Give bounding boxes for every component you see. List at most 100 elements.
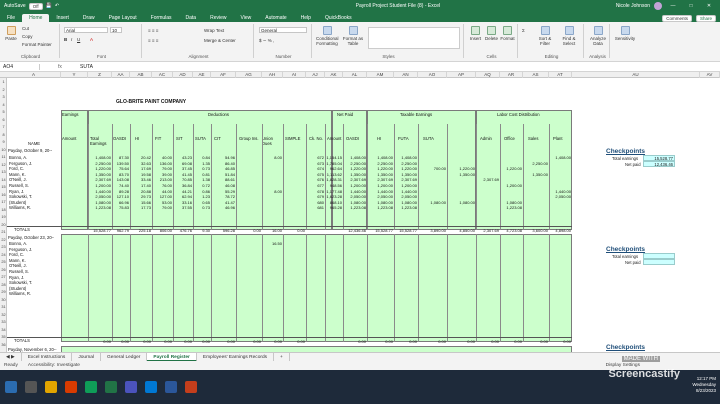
table-cell[interactable]: 74.40 bbox=[112, 183, 129, 188]
excel-icon[interactable] bbox=[105, 381, 117, 393]
totals-cell[interactable]: 0.00 bbox=[236, 228, 261, 233]
row-header-27[interactable]: 27 bbox=[0, 275, 7, 279]
tab-insert[interactable]: Insert bbox=[49, 14, 76, 22]
comments-button[interactable]: Comments bbox=[662, 15, 692, 22]
col-header-al[interactable]: AL bbox=[343, 72, 367, 78]
employee-name[interactable]: Russell, S. bbox=[9, 183, 29, 188]
table-cell[interactable]: 1,440.00 bbox=[549, 189, 571, 194]
outlook-icon[interactable] bbox=[145, 381, 157, 393]
table-cell[interactable]: 1,223.08 bbox=[500, 205, 522, 210]
row-header-17[interactable]: 17 bbox=[0, 200, 7, 204]
table-cell[interactable]: 29.73 bbox=[130, 194, 151, 199]
row-header-6[interactable]: 6 bbox=[0, 118, 7, 122]
table-cell[interactable]: 1,408.00 bbox=[88, 155, 111, 160]
start-icon[interactable] bbox=[5, 381, 17, 393]
table-cell[interactable]: 62.94 bbox=[173, 194, 192, 199]
totals-cell[interactable]: 596.28 bbox=[211, 228, 235, 233]
row-header-25[interactable]: 25 bbox=[0, 260, 7, 264]
maximize-icon[interactable]: □ bbox=[684, 3, 698, 9]
totals-cell[interactable]: 3,600.00 bbox=[523, 228, 548, 233]
col-header-ak[interactable]: AK bbox=[325, 72, 343, 78]
totals-cell[interactable]: 0.00 bbox=[549, 339, 571, 344]
table-cell[interactable]: 1,440.00 bbox=[343, 189, 366, 194]
table-cell[interactable]: 1,440.00 bbox=[367, 189, 393, 194]
table-cell[interactable]: 674 bbox=[306, 166, 324, 171]
employee-name[interactable]: Ferguson, J. bbox=[9, 247, 32, 252]
tab-quickbooks[interactable]: QuickBooks bbox=[318, 14, 359, 22]
tab-draw[interactable]: Draw bbox=[76, 14, 102, 22]
row-header-5[interactable]: 5 bbox=[0, 110, 7, 114]
table-cell[interactable]: 2,250.00 bbox=[367, 161, 393, 166]
table-cell[interactable]: 2,050.00 bbox=[549, 194, 571, 199]
delete-cells-button[interactable]: Delete bbox=[484, 26, 499, 41]
table-cell[interactable]: 0.65 bbox=[193, 200, 210, 205]
chrome-icon[interactable] bbox=[85, 381, 97, 393]
table-cell[interactable]: 1,223.08 bbox=[394, 205, 417, 210]
tab-view[interactable]: View bbox=[234, 14, 259, 22]
font-name-select[interactable]: Arial bbox=[64, 27, 108, 33]
row-header-32[interactable]: 32 bbox=[0, 313, 7, 317]
table-cell[interactable]: 88.61 bbox=[211, 177, 235, 182]
tab-help[interactable]: Help bbox=[294, 14, 318, 22]
table-cell[interactable]: 17.73 bbox=[130, 205, 151, 210]
user-name[interactable]: Nicole Johnson bbox=[616, 3, 650, 9]
totals-cell[interactable]: 0.00 bbox=[193, 339, 210, 344]
table-cell[interactable]: 1,223.08 bbox=[88, 205, 111, 210]
table-cell[interactable]: 127.10 bbox=[112, 194, 129, 199]
table-cell[interactable]: 700.00 bbox=[418, 166, 446, 171]
table-cell[interactable]: 1,220.00 bbox=[88, 166, 111, 171]
font-size-select[interactable]: 10 bbox=[110, 27, 122, 33]
col-header-ab[interactable]: AB bbox=[130, 72, 152, 78]
analyze-data-button[interactable]: Analyze Data bbox=[587, 26, 609, 46]
bold-button[interactable]: B bbox=[64, 37, 67, 42]
fx-icon[interactable]: fx bbox=[40, 64, 80, 70]
totals-cell[interactable]: 4,850.00 bbox=[447, 228, 475, 233]
align-left-icon[interactable]: ≡ ≡ ≡ bbox=[148, 38, 158, 43]
table-cell[interactable]: 1,080.00 bbox=[418, 200, 446, 205]
table-cell[interactable]: 75.83 bbox=[112, 205, 129, 210]
totals-cell[interactable]: 0.00 bbox=[523, 339, 548, 344]
totals-cell[interactable]: 0.00 bbox=[88, 339, 111, 344]
undo-icon[interactable]: ↶ bbox=[55, 3, 59, 9]
row-header-21[interactable]: 21 bbox=[0, 230, 7, 234]
tab-review[interactable]: Review bbox=[203, 14, 233, 22]
totals-cell[interactable]: 806.00 bbox=[152, 228, 172, 233]
totals-cell[interactable]: 2,307.69 bbox=[476, 228, 499, 233]
table-cell[interactable]: 2,307.69 bbox=[394, 177, 417, 182]
insert-cells-button[interactable]: Insert bbox=[468, 26, 483, 41]
totals-cell[interactable]: 4,898.00 bbox=[549, 228, 571, 233]
table-cell[interactable]: 1,080.00 bbox=[447, 200, 475, 205]
table-cell[interactable]: 0.73 bbox=[193, 166, 210, 171]
row-header-16[interactable]: 16 bbox=[0, 193, 7, 197]
table-cell[interactable]: 69.08 bbox=[173, 161, 192, 166]
row-header-28[interactable]: 28 bbox=[0, 283, 7, 287]
table-cell[interactable]: 53.00 bbox=[152, 200, 172, 205]
table-cell[interactable]: 1,440.00 bbox=[88, 189, 111, 194]
table-cell[interactable]: 0.73 bbox=[193, 205, 210, 210]
col-header-ag[interactable]: AG bbox=[236, 72, 262, 78]
autosum-icon[interactable]: Σ bbox=[522, 28, 525, 33]
worksheet-grid[interactable]: A Y Z AA AB AC AD AE AF AG AH AI AJ AK AL AM AN AO AP AQ AR A… bbox=[0, 72, 720, 352]
employee-name[interactable]: Sokowski, T. bbox=[9, 280, 32, 285]
table-cell[interactable]: 40.00 bbox=[152, 155, 172, 160]
table-cell[interactable]: 676 bbox=[306, 177, 324, 182]
table-cell[interactable]: 213.00 bbox=[152, 177, 172, 182]
employee-name[interactable]: Mann, K. bbox=[9, 258, 26, 263]
row-header-3[interactable]: 3 bbox=[0, 95, 7, 99]
table-cell[interactable]: 1,220.00 bbox=[447, 166, 475, 171]
col-header-z[interactable]: Z bbox=[88, 72, 112, 78]
table-cell[interactable]: 1,350.00 bbox=[523, 172, 548, 177]
col-header-ae[interactable]: AE bbox=[193, 72, 211, 78]
tab-file[interactable]: File bbox=[0, 14, 22, 22]
table-cell[interactable]: 43.23 bbox=[173, 155, 192, 160]
table-cell[interactable]: 1,350.00 bbox=[394, 172, 417, 177]
table-cell[interactable]: 965.28 bbox=[325, 205, 342, 210]
tab-formulas[interactable]: Formulas bbox=[144, 14, 179, 22]
table-cell[interactable]: 20.88 bbox=[130, 189, 151, 194]
totals-cell[interactable]: 0.00 bbox=[283, 228, 305, 233]
table-cell[interactable]: 1.35 bbox=[193, 161, 210, 166]
format-as-table-button[interactable]: Format as Table bbox=[342, 26, 364, 46]
employee-name[interactable]: Sokowski, T. bbox=[9, 194, 32, 199]
totals-cell[interactable]: 0.00 bbox=[173, 339, 192, 344]
table-cell[interactable]: 675 bbox=[306, 172, 324, 177]
